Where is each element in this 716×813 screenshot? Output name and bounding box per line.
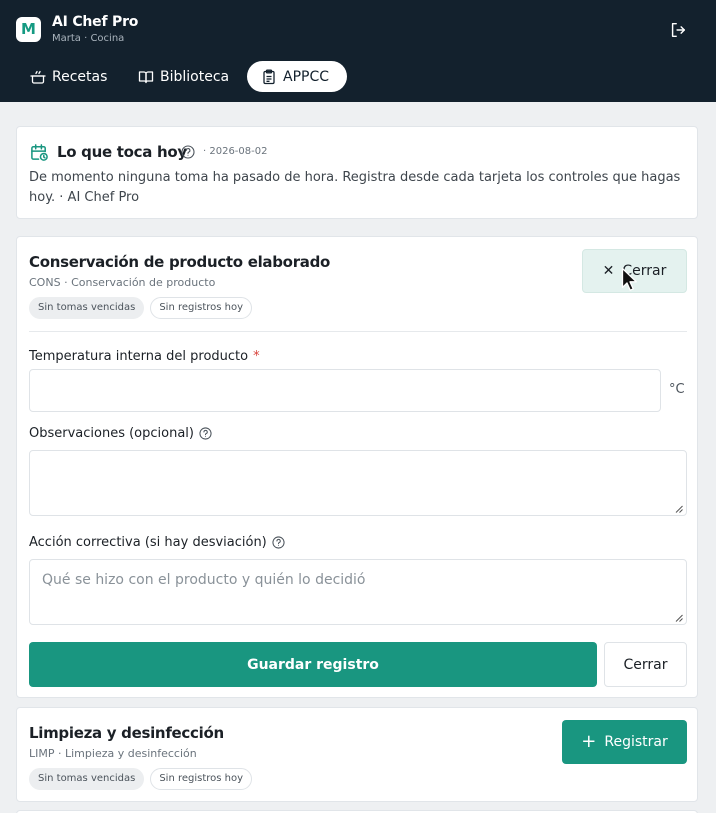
nav-tab-appcc[interactable]: APPCC xyxy=(247,61,347,92)
close-icon: ✕ xyxy=(602,263,615,279)
logout-icon[interactable] xyxy=(669,21,687,39)
nav-tab-biblioteca[interactable]: Biblioteca xyxy=(138,61,229,92)
temperature-label: Temperatura interna del producto * xyxy=(29,349,260,364)
corrective-action-label: Acción correctiva (si hay desviación) xyxy=(29,535,285,550)
mouse-pointer-icon xyxy=(621,267,637,291)
help-icon[interactable] xyxy=(181,145,195,159)
divider xyxy=(29,331,687,332)
control-code: CONS · Conservación de producto xyxy=(29,276,215,289)
help-icon[interactable] xyxy=(272,536,285,549)
nav-tab-label: Biblioteca xyxy=(160,68,230,85)
register-button[interactable]: + Registrar xyxy=(562,720,687,764)
control-category: Conservación de producto xyxy=(71,276,216,289)
resize-handle-icon[interactable] xyxy=(675,614,683,622)
today-title: Lo que toca hoy xyxy=(57,143,187,161)
status-badge-records: Sin registros hoy xyxy=(150,297,253,319)
control-title: Conservación de producto elaborado xyxy=(29,253,331,271)
status-badge-records: Sin registros hoy xyxy=(150,768,253,790)
temperature-input[interactable] xyxy=(29,369,661,412)
pot-icon xyxy=(30,70,46,84)
book-icon xyxy=(138,70,154,83)
resize-handle-icon[interactable] xyxy=(675,505,683,513)
today-message: De momento ninguna toma ha pasado de hor… xyxy=(29,170,681,205)
save-record-button[interactable]: Guardar registro xyxy=(29,642,597,687)
plus-icon: + xyxy=(581,731,597,752)
today-date: · 2026-08-02 xyxy=(203,146,268,157)
app-logo: M xyxy=(16,17,41,42)
control-title: Limpieza y desinfección xyxy=(29,724,224,742)
app-header: M AI Chef Pro Marta · Cocina Recetas Bib… xyxy=(0,0,716,102)
observations-textarea[interactable] xyxy=(29,450,687,516)
separator-dot: · xyxy=(64,276,72,289)
close-button[interactable]: Cerrar xyxy=(604,642,687,687)
nav-tab-recetas[interactable]: Recetas xyxy=(30,61,107,92)
nav-tab-label: APPCC xyxy=(283,68,330,85)
control-category: Limpieza y desinfección xyxy=(65,747,197,760)
corrective-action-textarea[interactable] xyxy=(29,559,687,625)
calendar-clock-icon xyxy=(31,144,48,161)
corrective-action-label-text: Acción correctiva (si hay desviación) xyxy=(29,535,267,550)
status-badge-overdue: Sin tomas vencidas xyxy=(29,768,145,790)
logo-letter: M xyxy=(21,20,36,38)
register-label: Registrar xyxy=(604,734,668,750)
control-card-limp: Limpieza y desinfección LIMP · Limpieza … xyxy=(16,707,698,802)
observations-label: Observaciones (opcional) xyxy=(29,426,212,441)
status-chips: Sin tomas vencidas Sin registros hoy xyxy=(29,768,253,790)
status-chips: Sin tomas vencidas Sin registros hoy xyxy=(29,297,253,319)
temperature-label-text: Temperatura interna del producto xyxy=(29,349,249,364)
observations-label-text: Observaciones (opcional) xyxy=(29,426,194,441)
control-code: LIMP · Limpieza y desinfección xyxy=(29,747,197,760)
control-code-value: CONS xyxy=(29,276,61,289)
control-card-cons: Conservación de producto elaborado CONS … xyxy=(16,236,698,698)
temperature-unit: °C xyxy=(669,382,685,397)
app-title: AI Chef Pro xyxy=(52,14,139,30)
separator-dot: · xyxy=(58,747,65,760)
control-code-value: LIMP xyxy=(29,747,55,760)
status-badge-overdue: Sin tomas vencidas xyxy=(29,297,145,319)
required-mark: * xyxy=(253,349,260,364)
app-subtitle: Marta · Cocina xyxy=(52,33,125,44)
today-card: Lo que toca hoy · 2026-08-02 De momento … xyxy=(16,126,698,219)
clipboard-icon xyxy=(263,69,275,84)
nav-tab-label: Recetas xyxy=(52,68,108,85)
help-icon[interactable] xyxy=(199,427,212,440)
